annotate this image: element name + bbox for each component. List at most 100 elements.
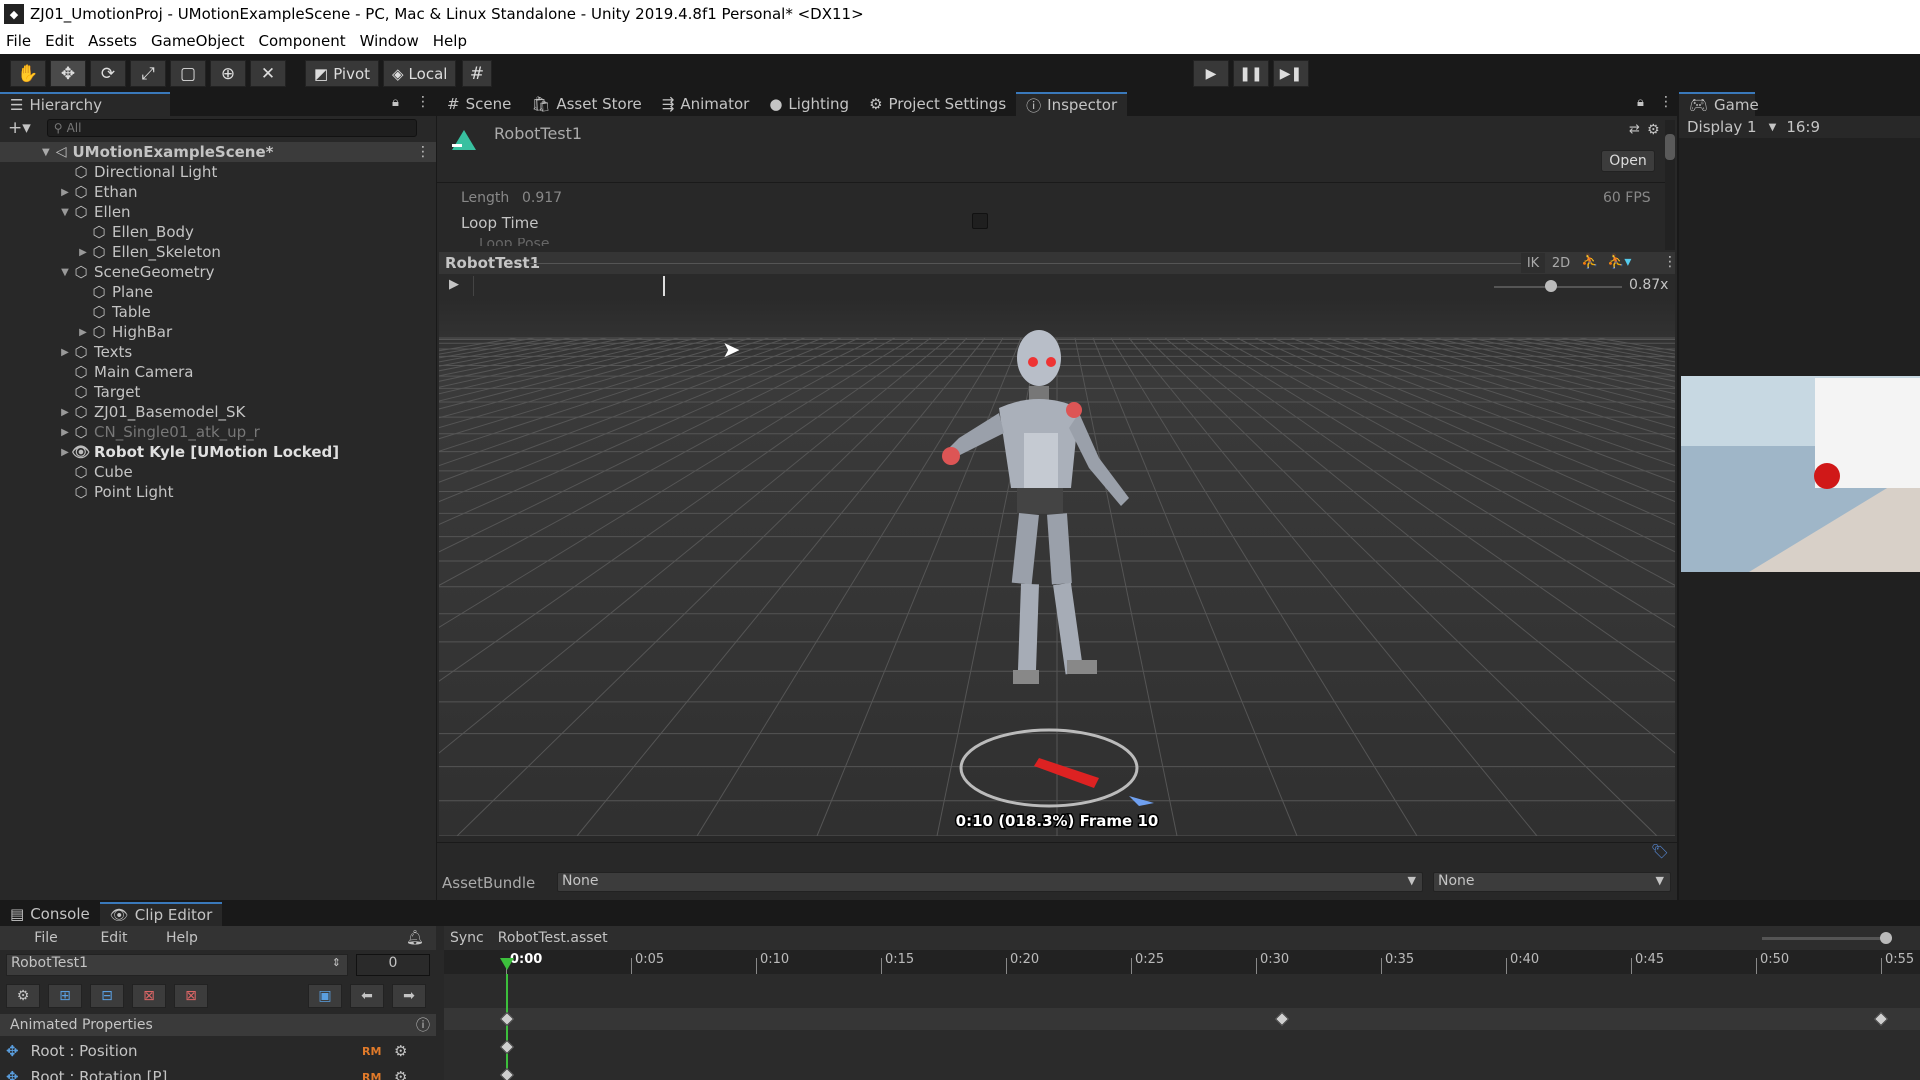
grid-snap-icon[interactable]: #: [462, 60, 492, 87]
hierarchy-item[interactable]: ▶ ⬡ ZJ01_Basemodel_SK: [0, 402, 436, 422]
pause-button[interactable]: ❚❚: [1233, 60, 1269, 87]
tab-game[interactable]: 🎮︎ Game: [1679, 92, 1759, 116]
expand-arrow-icon[interactable]: ▼: [58, 207, 72, 218]
menu-assets[interactable]: Assets: [88, 32, 137, 50]
animated-property-row[interactable]: ✥ Root : Position RM ⚙: [0, 1038, 436, 1064]
expand-arrow-icon[interactable]: ▶: [58, 347, 72, 358]
menu-gameobject[interactable]: GameObject: [151, 32, 245, 50]
expand-arrow-icon[interactable]: ▶: [58, 407, 72, 418]
hierarchy-item[interactable]: ⬡ Ellen_Body: [0, 222, 436, 242]
hierarchy-item[interactable]: ⬡ Cube: [0, 462, 436, 482]
tab-inspector[interactable]: ⓘ Inspector: [1016, 92, 1128, 116]
menu-help[interactable]: Help: [433, 32, 467, 50]
ik-toggle[interactable]: IK: [1521, 253, 1545, 273]
hierarchy-search-input[interactable]: ⚲ All: [46, 119, 417, 137]
hierarchy-item[interactable]: ▶ ⬡ Ellen_Skeleton: [0, 242, 436, 262]
add-property-icon[interactable]: ⊞: [48, 984, 82, 1008]
tab-clip-editor[interactable]: 👁︎ Clip Editor: [99, 902, 223, 926]
hierarchy-item[interactable]: ▼ ⬡ Ellen: [0, 202, 436, 222]
hierarchy-item[interactable]: ⬡ Plane: [0, 282, 436, 302]
clip-select[interactable]: RobotTest1 ⇕: [6, 954, 348, 976]
preview-speed-slider[interactable]: [1494, 286, 1622, 288]
clip-menu-file[interactable]: File: [0, 930, 92, 946]
play-button[interactable]: ▶: [1193, 60, 1229, 87]
timeline-playhead[interactable]: [506, 974, 508, 1080]
remove-property-icon[interactable]: ⊠: [132, 984, 166, 1008]
hierarchy-item[interactable]: ⬡ Point Light: [0, 482, 436, 502]
hierarchy-item[interactable]: ⬡ Table: [0, 302, 436, 322]
arrow-left-icon[interactable]: ⬅: [350, 984, 384, 1008]
tab-asset-store[interactable]: 🛍︎ Asset Store: [521, 92, 651, 116]
preview-scrubber[interactable]: [473, 276, 1273, 296]
hierarchy-item[interactable]: ▶ ⬡ Texts: [0, 342, 436, 362]
clip-menu-help[interactable]: Help: [136, 930, 228, 946]
hierarchy-item[interactable]: ▶ ⬡ Ethan: [0, 182, 436, 202]
expand-arrow-icon[interactable]: ▼: [42, 147, 50, 158]
remove-group-icon[interactable]: ⊠: [174, 984, 208, 1008]
expand-arrow-icon[interactable]: ▼: [58, 267, 72, 278]
pivot-preview-icon[interactable]: ⛹: [1581, 254, 1598, 270]
preset-icon[interactable]: ⇄: [1629, 122, 1640, 137]
preview-viewport[interactable]: 0:10 (018.3%) Frame 10 ➤: [439, 298, 1675, 836]
scene-menu-icon[interactable]: ⋮: [416, 144, 430, 160]
expand-arrow-icon[interactable]: ▶: [58, 187, 72, 198]
rect-tool-icon[interactable]: ▢: [170, 60, 206, 87]
chevron-down-icon[interactable]: ▼: [1769, 122, 1777, 133]
timeline-ruler[interactable]: 0:00 0:05 0:10 0:15 0:20 0:25 0:30 0:35 0:40 0:45…: [444, 950, 1920, 974]
hand-tool-icon[interactable]: ✋: [10, 60, 46, 87]
expand-arrow-icon[interactable]: ▶: [76, 327, 90, 338]
preview-speed-knob[interactable]: [1545, 280, 1558, 292]
tab-project-settings[interactable]: ⚙ Project Settings: [859, 92, 1016, 116]
pivot-toggle-button[interactable]: ◩ Pivot: [305, 60, 380, 87]
custom-tool-icon[interactable]: ✕: [250, 60, 286, 87]
expand-arrow-icon[interactable]: ▶: [76, 247, 90, 258]
aspect-select[interactable]: 16:9: [1786, 118, 1820, 136]
tab-scene[interactable]: # Scene: [437, 92, 521, 116]
lock-icon[interactable]: 🔒︎: [392, 95, 399, 110]
settings-gear-icon[interactable]: ⚙: [1647, 122, 1660, 138]
menu-edit[interactable]: Edit: [45, 32, 74, 50]
expand-arrow-icon[interactable]: ▶: [58, 427, 72, 438]
menu-window[interactable]: Window: [360, 32, 419, 50]
keyframe[interactable]: [499, 1039, 515, 1055]
open-button[interactable]: Open: [1601, 150, 1655, 172]
transform-tool-icon[interactable]: ⊕: [210, 60, 246, 87]
tab-hierarchy[interactable]: ☰ Hierarchy: [0, 92, 170, 116]
more-icon[interactable]: ⋮: [1659, 94, 1673, 110]
playhead-marker[interactable]: [500, 958, 514, 970]
property-gear-icon[interactable]: ⚙: [394, 1068, 407, 1080]
menu-component[interactable]: Component: [259, 32, 346, 50]
game-view[interactable]: [1679, 138, 1920, 900]
clip-menu-edit[interactable]: Edit: [92, 930, 136, 946]
expand-arrow-icon[interactable]: ▶: [58, 447, 72, 458]
assetbundle-variant-select[interactable]: None ▼: [1433, 872, 1671, 892]
loop-time-checkbox[interactable]: [972, 213, 988, 229]
2d-toggle[interactable]: 2D: [1549, 253, 1573, 273]
zoom-slider-knob[interactable]: [1880, 932, 1892, 944]
tab-console[interactable]: ▤ Console: [0, 902, 100, 926]
clip-settings-icon[interactable]: ⚙: [6, 984, 40, 1008]
inspector-scrollbar[interactable]: [1665, 120, 1675, 250]
dopesheet[interactable]: [444, 974, 1920, 1080]
hierarchy-item[interactable]: ⬡ Directional Light: [0, 162, 436, 182]
bell-icon[interactable]: 🔔︎: [406, 930, 424, 946]
label-tag-icon[interactable]: 🏷︎: [1651, 844, 1669, 860]
more-icon[interactable]: ⋮: [1663, 254, 1677, 270]
info-icon[interactable]: ⓘ: [416, 1015, 430, 1035]
add-channel-icon[interactable]: ▣: [308, 984, 342, 1008]
arrow-right-icon[interactable]: ➡: [392, 984, 426, 1008]
move-tool-icon[interactable]: ✥: [50, 60, 86, 87]
hierarchy-item[interactable]: ▼ ⬡ SceneGeometry: [0, 262, 436, 282]
hierarchy-item[interactable]: ▶ ⬡ CN_Single01_atk_up_r: [0, 422, 436, 442]
animated-property-row[interactable]: ✥ Root : Rotation [P] RM ⚙: [0, 1064, 436, 1080]
local-toggle-button[interactable]: ◈ Local: [383, 60, 457, 87]
hierarchy-item[interactable]: ▶ 👁 Robot Kyle [UMotion Locked]: [0, 442, 436, 462]
avatar-preview-icon[interactable]: ⛹▾: [1607, 254, 1631, 270]
rotate-tool-icon[interactable]: ⟳: [90, 60, 126, 87]
more-icon[interactable]: ⋮: [416, 94, 430, 110]
keyframe[interactable]: [499, 1067, 515, 1080]
scene-row[interactable]: ▼ ◁ UMotionExampleScene* ⋮: [0, 142, 436, 162]
hierarchy-item[interactable]: ⬡ Main Camera: [0, 362, 436, 382]
zoom-slider[interactable]: [1762, 937, 1892, 940]
tab-animator[interactable]: ⇶ Animator: [652, 92, 760, 116]
